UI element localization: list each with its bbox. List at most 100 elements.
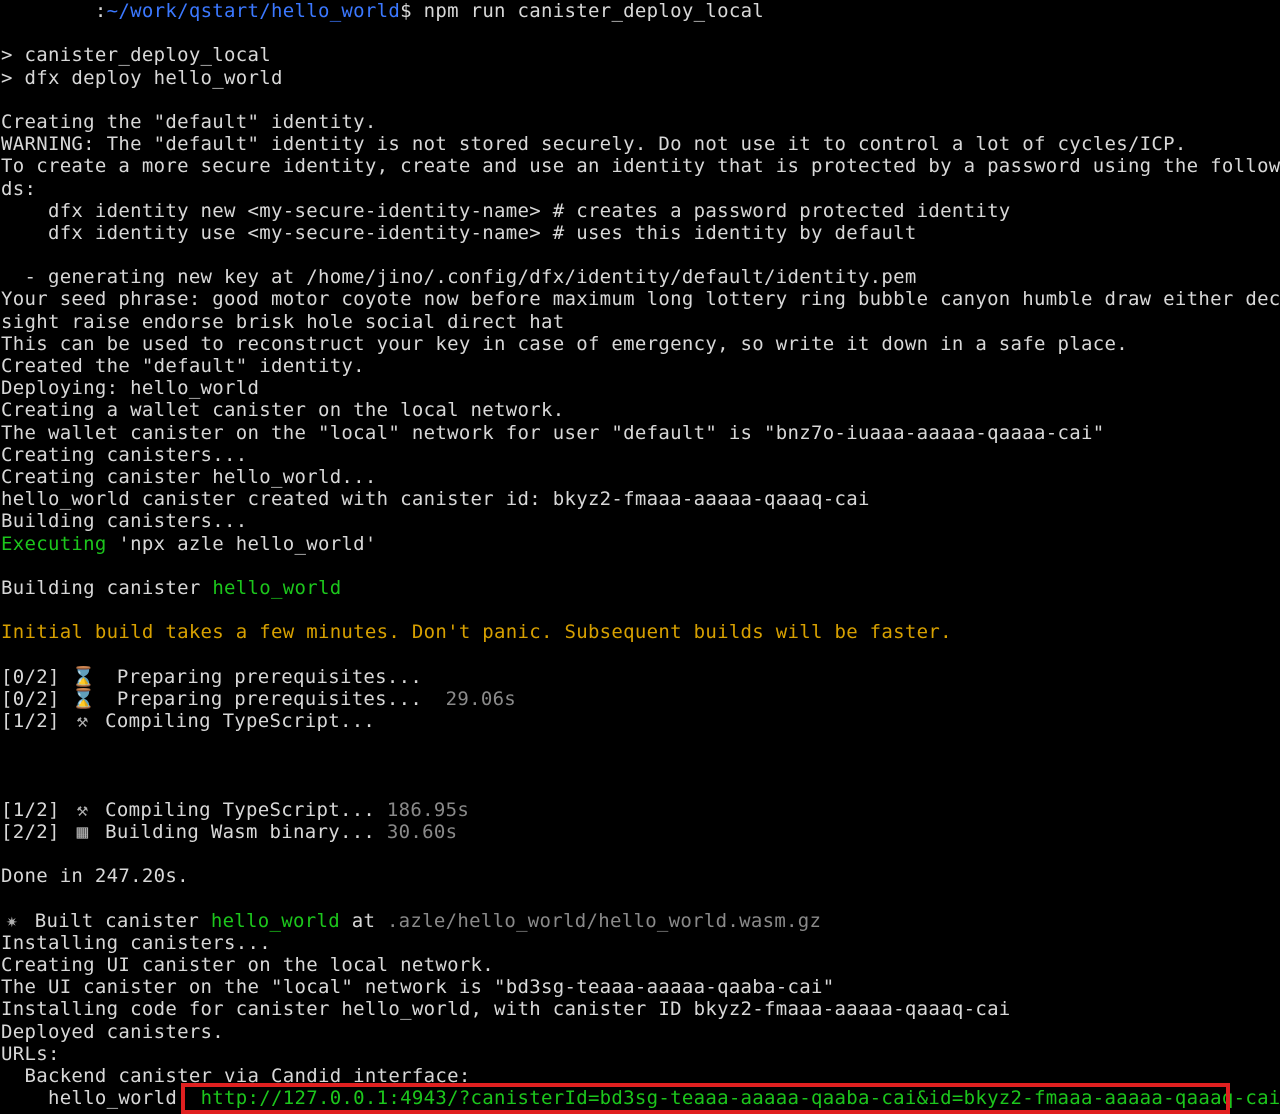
terminal-text: hello_world (210, 909, 340, 932)
terminal-text: Building Wasm binary... (93, 820, 387, 843)
terminal-line: :~/work/qstart/hello_world$ npm run cani… (0, 0, 1280, 22)
terminal-text: Building canisters... (1, 510, 248, 533)
terminal-text: .azle/hello_world/hello_world.wasm.gz (386, 909, 822, 932)
terminal-text: Preparing prerequisites... (93, 665, 423, 688)
terminal-window[interactable]: :~/work/qstart/hello_world$ npm run cani… (0, 0, 1280, 1114)
terminal-line: Installing code for canister hello_world… (0, 998, 1280, 1020)
terminal-text: 'npx azle hello_world' (106, 532, 377, 555)
hammer-icon: ⚒ (76, 798, 89, 821)
sparkle-icon: ✷ (6, 909, 18, 932)
terminal-line: ✷ Built canister hello_world at .azle/he… (0, 910, 1280, 932)
terminal-line: Installing canisters... (0, 932, 1280, 954)
terminal-line: Creating UI canister on the local networ… (0, 954, 1280, 976)
terminal-text: WARNING: The "default" identity is not s… (1, 133, 1187, 156)
terminal-text: : (1, 0, 107, 22)
terminal-text: [2/2] (1, 820, 72, 843)
terminal-text: 186.95s (386, 798, 470, 821)
terminal-text: hello_world (212, 576, 342, 599)
terminal-text: Deployed canisters. (1, 1020, 225, 1043)
terminal-text: Initial build takes a few minutes. Don't… (1, 621, 952, 644)
terminal-text: URLs: (1, 1042, 60, 1065)
terminal-text: hello_world: (1, 1087, 201, 1110)
construction-icon: ▦ (76, 820, 89, 843)
terminal-line: WARNING: The "default" identity is not s… (0, 133, 1280, 155)
terminal-text: Built canister (23, 909, 211, 932)
terminal-text: sight raise endorse brisk hole social di… (1, 310, 565, 333)
terminal-text: dfx identity new <my-secure-identity-nam… (1, 199, 1011, 222)
terminal-text: Creating the "default" identity. (1, 110, 377, 133)
terminal-text: Created the "default" identity. (1, 355, 365, 377)
terminal-text: [0/2] (1, 665, 72, 688)
terminal-line: Creating the "default" identity. (0, 111, 1280, 133)
terminal-line: [1/2] ⚒ Compiling TypeScript... (0, 710, 1280, 732)
terminal-text: 29.06s (445, 687, 517, 710)
terminal-text: Creating a wallet canister on the local … (1, 399, 565, 422)
candid-interface-link[interactable]: http://127.0.0.1:4943/?canisterId=bd3sg-… (201, 1087, 1280, 1109)
terminal-line: Your seed phrase: good motor coyote now … (0, 288, 1280, 310)
terminal-text: Compiling TypeScript... (93, 710, 376, 732)
terminal-line: Creating canister hello_world... (0, 466, 1280, 488)
terminal-line: Backend canister via Candid interface: (0, 1065, 1280, 1087)
terminal-line: > dfx deploy hello_world (0, 67, 1280, 89)
hourglass-icon: ⌛ (71, 665, 96, 688)
terminal-line: Executing 'npx azle hello_world' (0, 533, 1280, 555)
terminal-line: Building canisters... (0, 510, 1280, 532)
terminal-text: 30.60s (386, 820, 458, 843)
terminal-text: > dfx deploy hello_world (1, 66, 283, 89)
terminal-line: The UI canister on the "local" network i… (0, 976, 1280, 998)
hourglass-icon: ⌛ (71, 687, 96, 710)
terminal-line: Done in 247.20s. (0, 865, 1280, 887)
terminal-text: [1/2] (1, 710, 72, 732)
terminal-text: To create a more secure identity, create… (1, 155, 1280, 178)
terminal-text: > canister_deploy_local (1, 44, 271, 67)
terminal-text: Installing code for canister hello_world… (1, 998, 1011, 1021)
terminal-text: Deploying: hello_world (1, 377, 260, 400)
terminal-text: Backend canister via Candid interface: (1, 1065, 471, 1087)
terminal-text: Preparing prerequisites... (93, 687, 446, 710)
terminal-line: sight raise endorse brisk hole social di… (0, 311, 1280, 333)
terminal-line: Created the "default" identity. (0, 355, 1280, 377)
terminal-text: Creating canisters... (1, 443, 248, 466)
terminal-line: The wallet canister on the "local" netwo… (0, 422, 1280, 444)
terminal-line: Deploying: hello_world (0, 377, 1280, 399)
terminal-text: Building canister (1, 576, 213, 599)
terminal-text: Compiling TypeScript... (93, 798, 387, 821)
terminal-line: dfx identity new <my-secure-identity-nam… (0, 200, 1280, 222)
terminal-text: at (339, 909, 387, 932)
terminal-line: dfx identity use <my-secure-identity-nam… (0, 222, 1280, 244)
terminal-text: This can be used to reconstruct your key… (1, 332, 1128, 355)
terminal-line: hello_world canister created with canist… (0, 488, 1280, 510)
terminal-text: dfx identity use <my-secure-identity-nam… (1, 221, 917, 244)
terminal-text: hello_world canister created with canist… (1, 488, 870, 511)
prompt-path: ~/work/qstart/hello_world (106, 0, 401, 22)
terminal-text: [0/2] (1, 687, 72, 710)
terminal-line: Deployed canisters. (0, 1021, 1280, 1043)
terminal-line: Building canister hello_world (0, 577, 1280, 599)
terminal-line: hello_world: http://127.0.0.1:4943/?cani… (0, 1087, 1280, 1109)
terminal-line: Creating canisters... (0, 444, 1280, 466)
terminal-text: The UI canister on the "local" network i… (1, 976, 835, 999)
terminal-text: ds: (1, 177, 37, 200)
terminal-text: Installing canisters... (1, 931, 271, 954)
terminal-text: Creating canister hello_world... (1, 465, 377, 488)
terminal-text: Your seed phrase: good motor coyote now … (1, 288, 1280, 311)
terminal-text: The wallet canister on the "local" netwo… (1, 421, 1105, 444)
hammer-icon: ⚒ (76, 710, 89, 732)
terminal-line: URLs: (0, 1043, 1280, 1065)
terminal-line: ds: (0, 178, 1280, 200)
terminal-line: [0/2] ⌛ Preparing prerequisites... 29.06… (0, 688, 1280, 710)
terminal-text: $ npm run canister_deploy_local (400, 0, 765, 22)
terminal-text: Executing (1, 532, 107, 555)
terminal-line: Creating a wallet canister on the local … (0, 399, 1280, 421)
terminal-line: - generating new key at /home/jino/.conf… (0, 266, 1280, 288)
terminal-line: [2/2] ▦ Building Wasm binary... 30.60s (0, 821, 1280, 843)
